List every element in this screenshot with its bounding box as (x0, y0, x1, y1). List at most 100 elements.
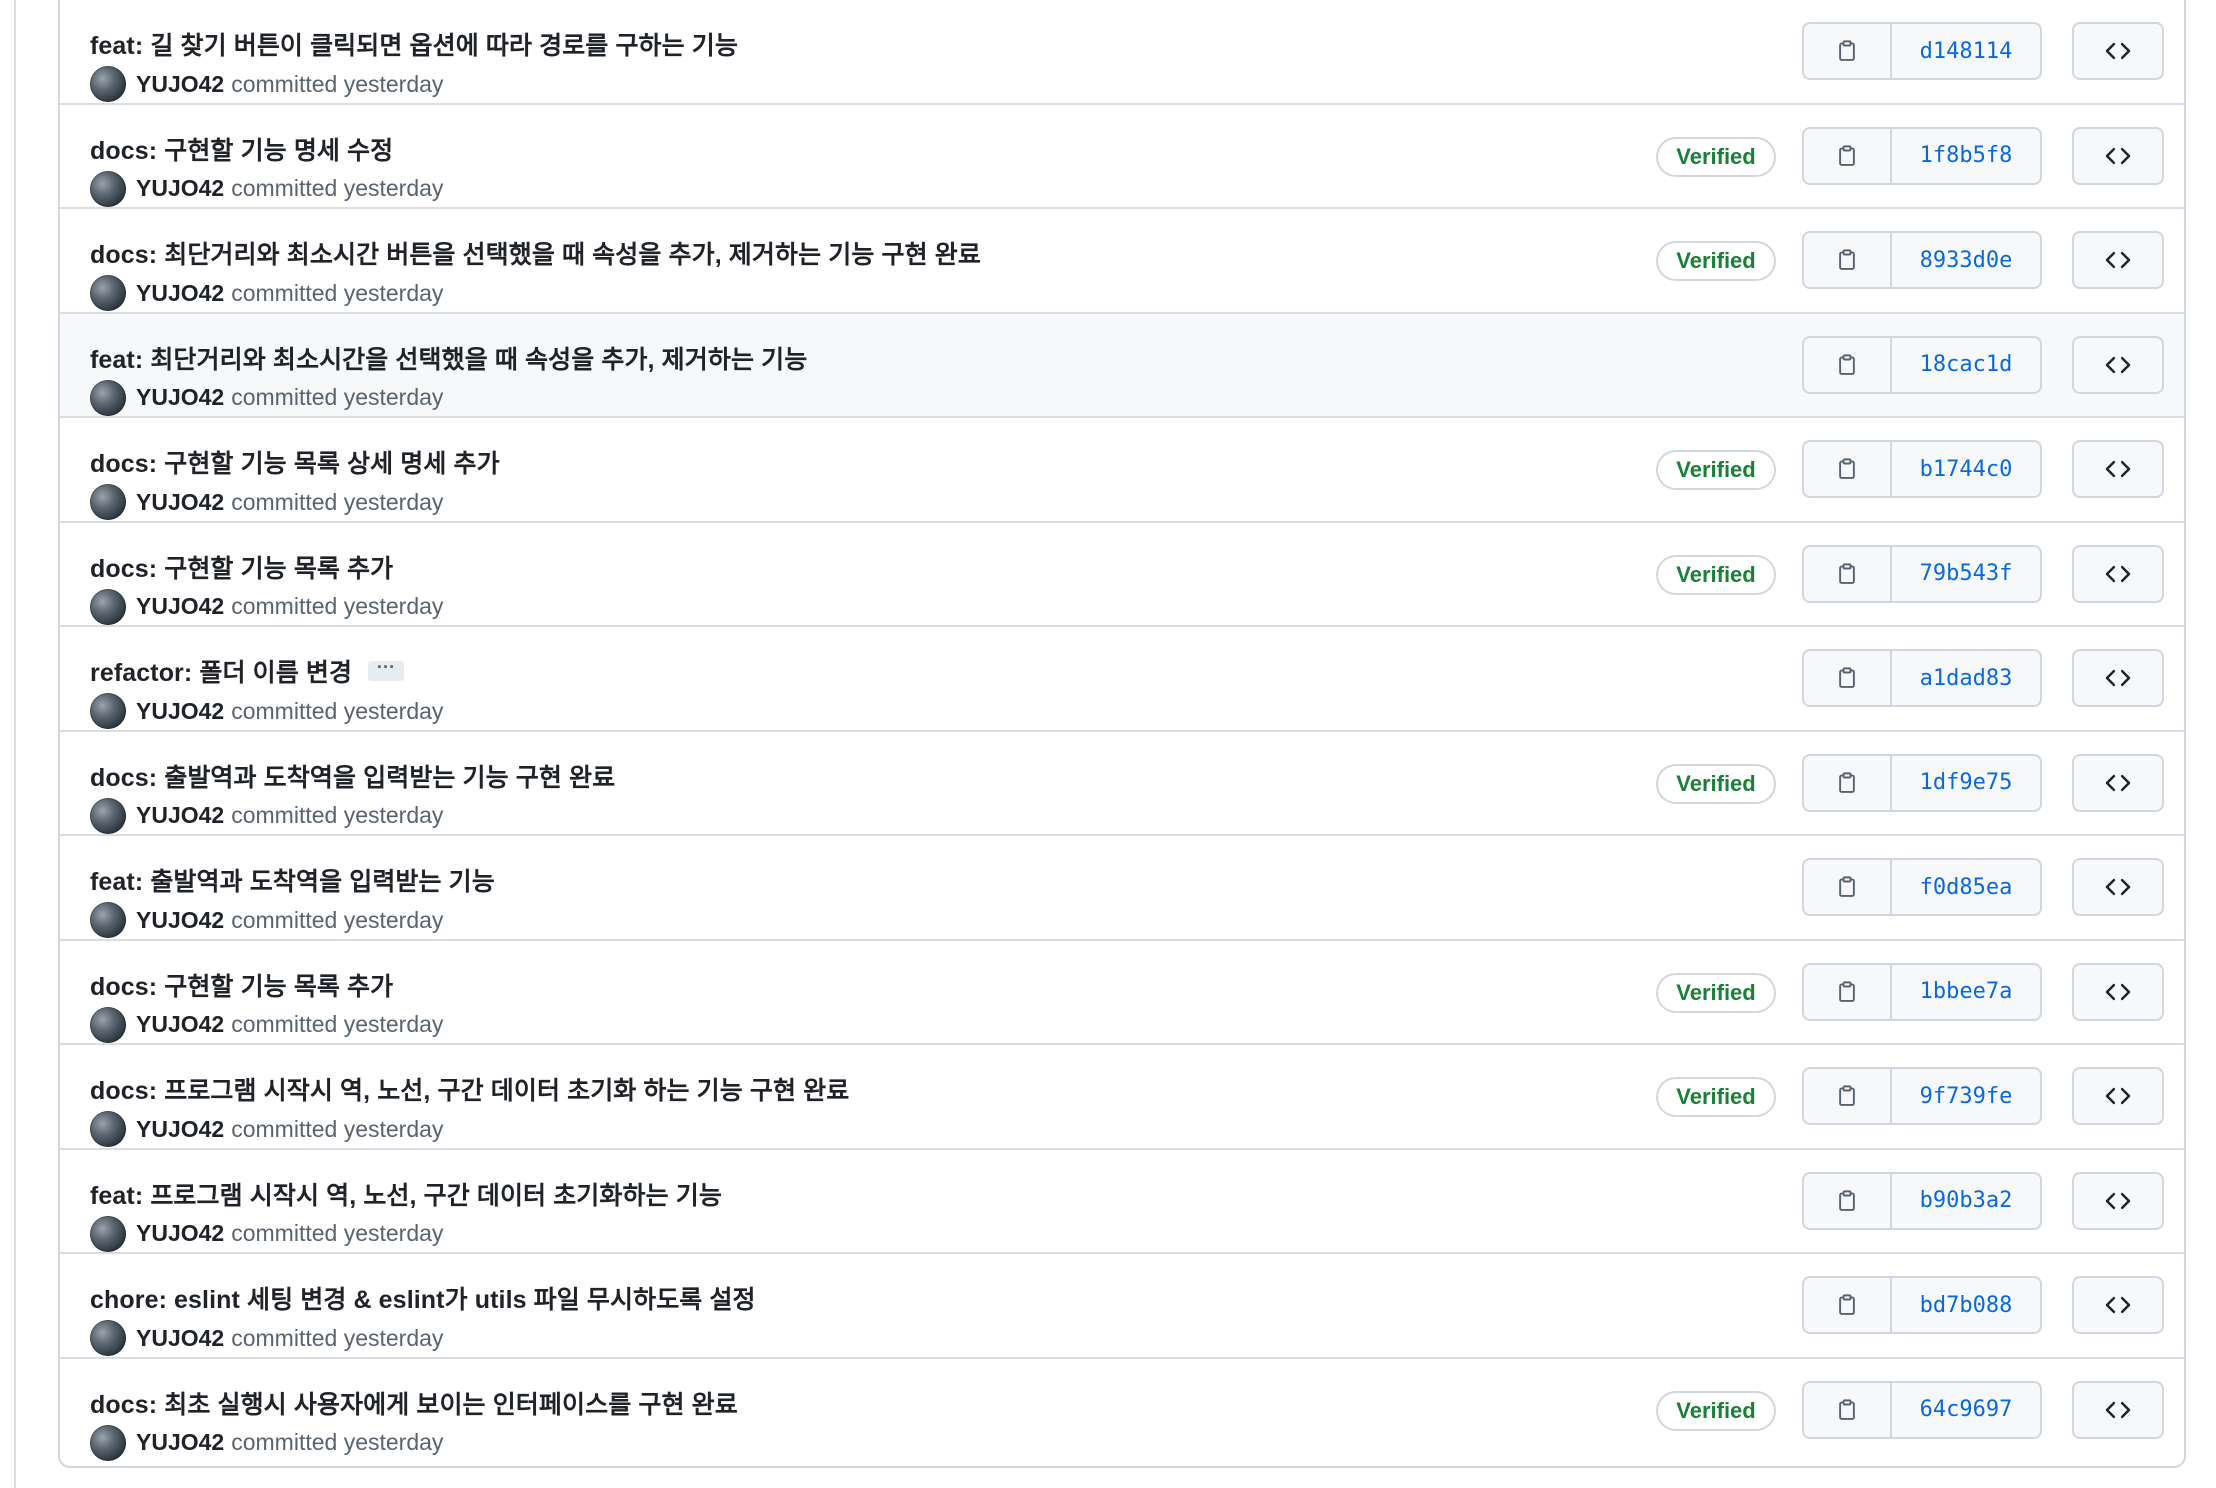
commit-sha-link[interactable]: 9f739fe (1892, 1069, 2040, 1123)
commit-message[interactable]: docs: 최단거리와 최소시간 버튼을 선택했을 때 속성을 추가, 제거하는… (90, 235, 981, 271)
browse-repository-button[interactable] (2072, 1380, 2164, 1439)
commit-author-link[interactable]: YUJO42 (136, 175, 224, 202)
commit-author-link[interactable]: YUJO42 (136, 1011, 224, 1038)
copy-sha-button[interactable] (1804, 233, 1892, 287)
commit-message-text[interactable]: docs: 구현할 기능 목록 상세 명세 추가 (90, 450, 500, 478)
browse-repository-button[interactable] (2072, 962, 2164, 1021)
commit-sha-link[interactable]: a1dad83 (1892, 651, 2040, 705)
browse-repository-button[interactable] (2072, 440, 2164, 498)
commit-sha-link[interactable]: 18cac1d (1892, 338, 2040, 392)
verified-badge[interactable]: Verified (1656, 136, 1776, 177)
browse-repository-button[interactable] (2072, 649, 2164, 707)
commit-message[interactable]: docs: 출발역과 도착역을 입력받는 기능 구현 완료 (90, 758, 615, 794)
copy-sha-button[interactable] (1804, 337, 1892, 392)
copy-sha-button[interactable] (1804, 24, 1892, 78)
commit-sha-link[interactable]: b90b3a2 (1892, 1174, 2040, 1228)
avatar[interactable] (90, 1111, 126, 1147)
expand-message-button[interactable]: ··· (368, 658, 405, 682)
copy-sha-button[interactable] (1804, 442, 1892, 496)
browse-repository-button[interactable] (2072, 1067, 2164, 1125)
commit-sha-link[interactable]: 8933d0e (1892, 233, 2040, 287)
commit-sha-link[interactable]: b1744c0 (1892, 442, 2040, 496)
avatar[interactable] (90, 66, 126, 102)
commit-message[interactable]: docs: 프로그램 시작시 역, 노선, 구간 데이터 초기화 하는 기능 구… (90, 1071, 849, 1107)
commit-message-text[interactable]: docs: 출발역과 도착역을 입력받는 기능 구현 완료 (90, 764, 615, 792)
verified-badge[interactable]: Verified (1656, 763, 1776, 804)
copy-sha-button[interactable] (1804, 1278, 1892, 1332)
commit-message[interactable]: docs: 구현할 기능 목록 추가 (90, 967, 393, 1003)
commit-sha-link[interactable]: 1bbee7a (1892, 965, 2040, 1019)
avatar[interactable] (90, 1424, 126, 1461)
commit-sha-link[interactable]: f0d85ea (1892, 860, 2040, 914)
commit-author-link[interactable]: YUJO42 (136, 489, 224, 516)
avatar[interactable] (90, 170, 126, 207)
commit-message-text[interactable]: feat: 출발역과 도착역을 입력받는 기능 (90, 868, 495, 896)
browse-repository-button[interactable] (2072, 1276, 2164, 1334)
avatar[interactable] (90, 1006, 126, 1043)
commit-author-link[interactable]: YUJO42 (136, 698, 224, 725)
avatar[interactable] (90, 902, 126, 938)
browse-repository-button[interactable] (2072, 753, 2164, 812)
commit-message-text[interactable]: docs: 구현할 기능 명세 수정 (90, 137, 393, 165)
commit-message-text[interactable]: docs: 구현할 기능 목록 추가 (90, 555, 393, 583)
browse-repository-button[interactable] (2072, 1171, 2164, 1230)
browse-repository-button[interactable] (2072, 126, 2164, 185)
commit-author-link[interactable]: YUJO42 (136, 593, 224, 620)
commit-author-link[interactable]: YUJO42 (136, 1116, 224, 1143)
copy-sha-button[interactable] (1804, 1173, 1892, 1228)
commit-message[interactable]: docs: 구현할 기능 목록 추가 (90, 549, 393, 585)
commit-message[interactable]: refactor: 폴더 이름 변경 ··· (90, 653, 405, 689)
browse-repository-button[interactable] (2072, 231, 2164, 289)
commit-message[interactable]: docs: 구현할 기능 목록 상세 명세 추가 (90, 444, 500, 480)
commit-message[interactable]: chore: eslint 세팅 변경 & eslint가 utils 파일 무… (90, 1280, 756, 1316)
verified-badge[interactable]: Verified (1656, 554, 1776, 595)
commit-author-link[interactable]: YUJO42 (136, 1220, 224, 1247)
browse-repository-button[interactable] (2072, 22, 2164, 80)
commit-message[interactable]: feat: 프로그램 시작시 역, 노선, 구간 데이터 초기화하는 기능 (90, 1176, 722, 1212)
commit-message[interactable]: feat: 최단거리와 최소시간을 선택했을 때 속성을 추가, 제거하는 기능 (90, 340, 807, 376)
copy-sha-button[interactable] (1804, 964, 1892, 1019)
commit-author-link[interactable]: YUJO42 (136, 71, 224, 98)
browse-repository-button[interactable] (2072, 544, 2164, 603)
avatar[interactable] (90, 1215, 126, 1252)
commit-message[interactable]: feat: 출발역과 도착역을 입력받는 기능 (90, 862, 495, 898)
verified-badge[interactable]: Verified (1656, 241, 1776, 281)
commit-author-link[interactable]: YUJO42 (136, 802, 224, 829)
commit-message-text[interactable]: docs: 최단거리와 최소시간 버튼을 선택했을 때 속성을 추가, 제거하는… (90, 241, 981, 269)
commit-message-text[interactable]: docs: 최초 실행시 사용자에게 보이는 인터페이스를 구현 완료 (90, 1391, 738, 1419)
commit-sha-link[interactable]: d148114 (1892, 24, 2040, 78)
commit-author-link[interactable]: YUJO42 (136, 384, 224, 411)
commit-message-text[interactable]: docs: 구현할 기능 목록 추가 (90, 973, 393, 1001)
commit-sha-link[interactable]: 64c9697 (1892, 1383, 2040, 1437)
verified-badge[interactable]: Verified (1656, 1390, 1776, 1431)
avatar[interactable] (90, 484, 126, 520)
commit-author-link[interactable]: YUJO42 (136, 907, 224, 934)
copy-sha-button[interactable] (1804, 651, 1892, 705)
copy-sha-button[interactable] (1804, 860, 1892, 914)
browse-repository-button[interactable] (2072, 858, 2164, 916)
commit-message-text[interactable]: docs: 프로그램 시작시 역, 노선, 구간 데이터 초기화 하는 기능 구… (90, 1077, 849, 1105)
browse-repository-button[interactable] (2072, 335, 2164, 394)
avatar[interactable] (90, 1320, 126, 1356)
commit-message-text[interactable]: refactor: 폴더 이름 변경 (90, 659, 352, 687)
commit-author-link[interactable]: YUJO42 (136, 280, 224, 307)
copy-sha-button[interactable] (1804, 128, 1892, 183)
commit-message-text[interactable]: feat: 길 찾기 버튼이 클릭되면 옵션에 따라 경로를 구하는 기능 (90, 32, 738, 60)
verified-badge[interactable]: Verified (1656, 972, 1776, 1013)
avatar[interactable] (90, 379, 126, 416)
avatar[interactable] (90, 275, 126, 311)
commit-message[interactable]: docs: 구현할 기능 명세 수정 (90, 131, 393, 167)
commit-author-link[interactable]: YUJO42 (136, 1325, 224, 1352)
copy-sha-button[interactable] (1804, 1382, 1892, 1437)
copy-sha-button[interactable] (1804, 755, 1892, 810)
verified-badge[interactable]: Verified (1656, 1077, 1776, 1117)
avatar[interactable] (90, 588, 126, 625)
commit-message[interactable]: feat: 길 찾기 버튼이 클릭되면 옵션에 따라 경로를 구하는 기능 (90, 26, 738, 62)
verified-badge[interactable]: Verified (1656, 450, 1776, 490)
commit-message-text[interactable]: chore: eslint 세팅 변경 & eslint가 utils 파일 무… (90, 1286, 756, 1314)
commit-sha-link[interactable]: 1df9e75 (1892, 756, 2040, 810)
commit-message-text[interactable]: feat: 프로그램 시작시 역, 노선, 구간 데이터 초기화하는 기능 (90, 1182, 722, 1210)
copy-sha-button[interactable] (1804, 546, 1892, 601)
avatar[interactable] (90, 797, 126, 834)
commit-sha-link[interactable]: 1f8b5f8 (1892, 129, 2040, 183)
